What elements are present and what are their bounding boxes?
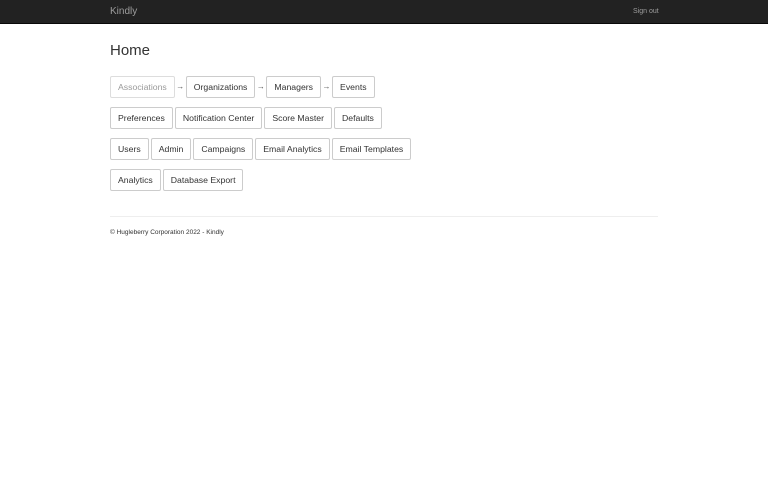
page-title: Home xyxy=(110,42,151,59)
data-row: Analytics Database Export xyxy=(110,169,244,191)
analytics-button[interactable]: Analytics xyxy=(110,169,161,191)
workflow-row: Associations → Organizations → Managers … xyxy=(110,76,375,98)
campaigns-button[interactable]: Campaigns xyxy=(193,138,254,160)
top-navbar: Kindly Sign out xyxy=(0,0,768,24)
events-button[interactable]: Events xyxy=(332,76,375,98)
settings-row: Preferences Notification Center Score Ma… xyxy=(110,107,382,129)
admin-button[interactable]: Admin xyxy=(150,138,192,160)
arrow-right-icon: → xyxy=(176,82,185,91)
organizations-button[interactable]: Organizations xyxy=(185,76,256,98)
sign-out-link[interactable]: Sign out xyxy=(633,7,659,17)
associations-button: Associations xyxy=(110,76,175,98)
users-button[interactable]: Users xyxy=(110,138,149,160)
preferences-button[interactable]: Preferences xyxy=(110,107,173,129)
email-analytics-button[interactable]: Email Analytics xyxy=(255,138,330,160)
database-export-button[interactable]: Database Export xyxy=(162,169,244,191)
footer-copyright: © Hugleberry Corporation 2022 - Kindly xyxy=(110,229,224,236)
defaults-button[interactable]: Defaults xyxy=(333,107,382,129)
footer-divider xyxy=(110,216,658,217)
managers-button[interactable]: Managers xyxy=(266,76,322,98)
score-master-button[interactable]: Score Master xyxy=(264,107,332,129)
email-templates-button[interactable]: Email Templates xyxy=(331,138,412,160)
arrow-right-icon: → xyxy=(322,82,331,91)
admin-row: Users Admin Campaigns Email Analytics Em… xyxy=(110,138,412,160)
brand-link[interactable]: Kindly xyxy=(110,6,137,18)
arrow-right-icon: → xyxy=(256,82,265,91)
notification-center-button[interactable]: Notification Center xyxy=(174,107,263,129)
